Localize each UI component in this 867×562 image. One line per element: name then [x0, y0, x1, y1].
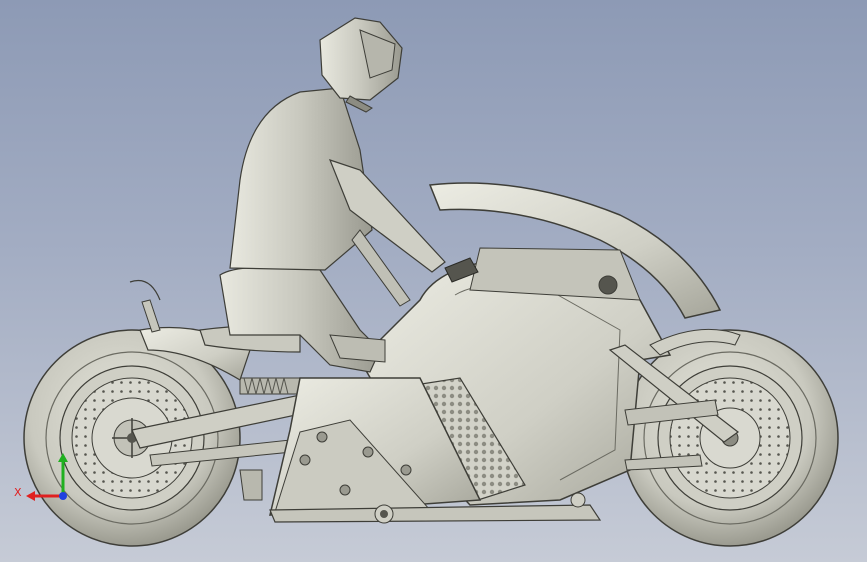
cad-3d-viewport[interactable]: X	[0, 0, 867, 562]
axis-triad: X	[14, 453, 68, 501]
z-axis-dot	[59, 492, 67, 500]
x-axis-label: X	[14, 486, 22, 499]
motorcycle-model[interactable]	[0, 0, 867, 562]
rear-shock	[239, 377, 301, 395]
